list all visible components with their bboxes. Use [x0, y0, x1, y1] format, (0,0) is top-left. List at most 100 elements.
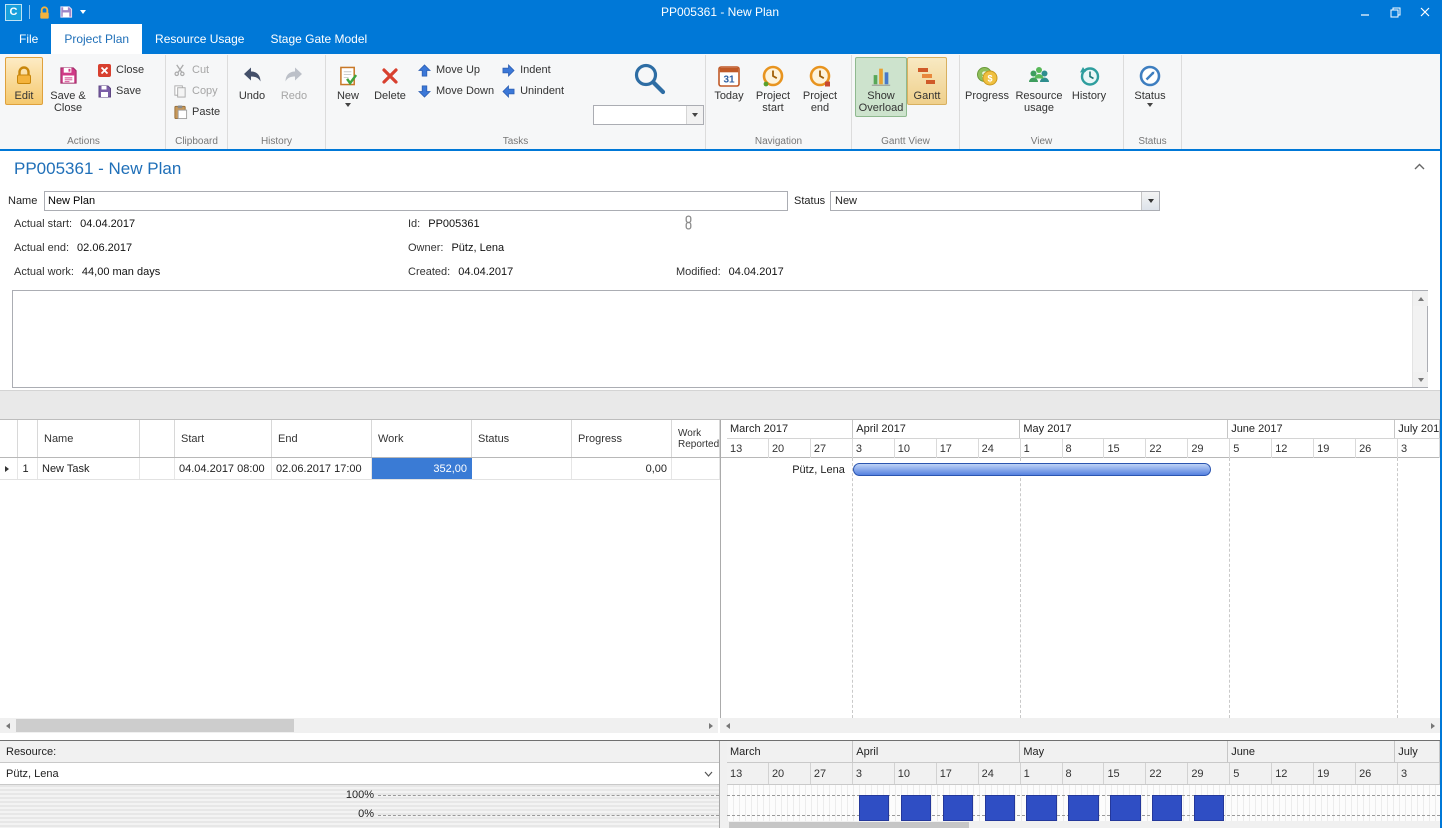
chevron-down-icon: [704, 768, 713, 780]
gantt-task-bar[interactable]: [853, 463, 1212, 476]
save-and-close-button[interactable]: Save & Close: [43, 57, 93, 117]
group-label-navigation: Navigation: [706, 136, 851, 147]
status-dropdown[interactable]: New: [830, 191, 1160, 211]
task-filter-dropdown-button[interactable]: [686, 106, 703, 124]
tab-resource-usage[interactable]: Resource Usage: [142, 24, 257, 54]
undo-icon: [240, 62, 264, 89]
tab-stage-gate-model[interactable]: Stage Gate Model: [257, 24, 380, 54]
paste-button[interactable]: Paste: [169, 104, 223, 120]
ribbon: Edit Save & Close Close: [0, 54, 1440, 151]
status-dropdown-value: New: [831, 195, 1141, 207]
histogram-bar: [859, 795, 889, 821]
resource-usage-button[interactable]: Resource usage: [1011, 57, 1067, 117]
collapse-header-button[interactable]: [1413, 162, 1426, 174]
task-status-cell[interactable]: [472, 458, 572, 479]
redo-button[interactable]: Redo: [273, 57, 315, 105]
task-work-cell[interactable]: 352,00: [372, 458, 472, 479]
header-name[interactable]: Name: [38, 420, 140, 457]
scroll-right-button[interactable]: [1425, 718, 1440, 733]
resource-combobox[interactable]: Pütz, Lena: [0, 763, 719, 785]
edit-button[interactable]: Edit: [5, 57, 43, 105]
indent-button[interactable]: Indent: [497, 62, 567, 78]
horizontal-splitter[interactable]: [0, 390, 1440, 420]
header-icon-column[interactable]: [140, 420, 175, 457]
cut-button[interactable]: Cut: [169, 62, 223, 78]
qat-customize-button[interactable]: [80, 10, 86, 14]
link-icon[interactable]: [683, 215, 694, 233]
gantt-horizontal-scrollbar[interactable]: [720, 718, 1440, 733]
unindent-button[interactable]: Unindent: [497, 83, 567, 99]
header-end[interactable]: End: [272, 420, 372, 457]
histogram-bar: [901, 795, 931, 821]
project-start-button[interactable]: Project start: [749, 57, 797, 117]
task-icon-cell[interactable]: [140, 458, 175, 479]
tab-project-plan[interactable]: Project Plan: [51, 24, 142, 54]
name-input[interactable]: [44, 191, 788, 211]
header-indicator-column[interactable]: [0, 420, 18, 457]
group-label-gantt-view: Gantt View: [852, 136, 959, 147]
header-progress[interactable]: Progress: [572, 420, 672, 457]
task-start-cell[interactable]: 04.04.2017 08:00: [175, 458, 272, 479]
tab-file[interactable]: File: [6, 24, 51, 54]
header-status[interactable]: Status: [472, 420, 572, 457]
move-down-button[interactable]: Move Down: [413, 83, 497, 99]
scroll-down-button[interactable]: [1413, 372, 1428, 387]
project-end-button[interactable]: Project end: [797, 57, 843, 117]
row-selector[interactable]: [0, 458, 18, 479]
task-filter-combobox[interactable]: [593, 105, 704, 125]
scrollbar-thumb[interactable]: [16, 719, 294, 732]
close-window-button[interactable]: [1410, 0, 1440, 24]
task-end-cell[interactable]: 02.06.2017 17:00: [272, 458, 372, 479]
task-work-reported-cell[interactable]: [672, 458, 720, 479]
copy-button[interactable]: Copy: [169, 83, 223, 99]
histogram-bar: [1110, 795, 1140, 821]
resource-horizontal-scrollbar[interactable]: [721, 821, 1440, 828]
close-button[interactable]: Close: [93, 62, 147, 78]
task-filter-input[interactable]: [594, 106, 686, 124]
status-dropdown-button[interactable]: [1141, 192, 1159, 210]
progress-button[interactable]: $$ Progress: [963, 57, 1011, 105]
header-start[interactable]: Start: [175, 420, 272, 457]
new-task-button[interactable]: New: [329, 57, 367, 110]
table-horizontal-scrollbar[interactable]: [0, 718, 718, 733]
scroll-left-button[interactable]: [720, 718, 735, 733]
notes-scrollbar[interactable]: [1412, 291, 1427, 387]
show-overload-button[interactable]: Show Overload: [855, 57, 907, 117]
task-progress-cell[interactable]: 0,00: [572, 458, 672, 479]
arrow-down-icon: [416, 83, 432, 99]
task-name-cell[interactable]: New Task: [38, 458, 140, 479]
timeline-month: June 2017: [1228, 420, 1395, 438]
scroll-left-button[interactable]: [0, 718, 15, 733]
today-button[interactable]: 31 Today: [709, 57, 749, 105]
qat-edit-button[interactable]: [37, 5, 52, 20]
scroll-right-button[interactable]: [703, 718, 718, 733]
scrollbar-thumb[interactable]: [729, 822, 969, 828]
status-button[interactable]: Status: [1127, 57, 1173, 110]
minimize-button[interactable]: [1350, 0, 1380, 24]
save-button[interactable]: Save: [93, 83, 147, 99]
ribbon-group-history: Undo Redo History: [228, 55, 326, 149]
quick-access-toolbar: C: [0, 4, 86, 21]
search-button[interactable]: [630, 61, 668, 97]
clock-end-icon: [808, 62, 832, 89]
delete-task-button[interactable]: Delete: [367, 57, 413, 105]
header-rownum-column[interactable]: [18, 420, 38, 457]
header-work[interactable]: Work: [372, 420, 472, 457]
restore-button[interactable]: [1380, 0, 1410, 24]
qat-save-button[interactable]: [59, 5, 73, 19]
modified-field: Modified:04.04.2017: [676, 266, 784, 278]
history-button[interactable]: History: [1067, 57, 1111, 105]
notes-textarea[interactable]: [12, 290, 1428, 388]
scale-0-line: [378, 815, 719, 816]
table-row[interactable]: 1 New Task 04.04.2017 08:00 02.06.2017 1…: [0, 458, 720, 480]
undo-button[interactable]: Undo: [231, 57, 273, 105]
header-work-reported[interactable]: Work Reported: [672, 420, 720, 457]
app-icon[interactable]: C: [5, 4, 22, 21]
gantt-button[interactable]: Gantt: [907, 57, 947, 105]
gantt-chart: March 2017April 2017May 2017June 2017Jul…: [720, 420, 1440, 718]
scroll-up-button[interactable]: [1413, 291, 1428, 306]
move-up-button[interactable]: Move Up: [413, 62, 497, 78]
id-label: Id:: [408, 218, 420, 230]
scrollbar-track[interactable]: [735, 718, 1425, 733]
scrollbar-track[interactable]: [15, 718, 703, 733]
